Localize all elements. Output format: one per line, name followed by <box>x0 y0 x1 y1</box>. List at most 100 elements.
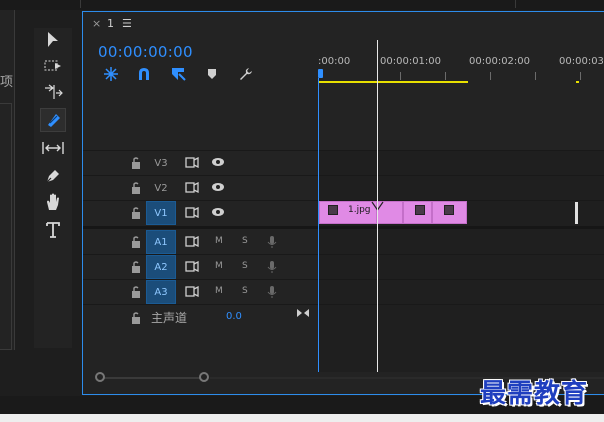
razor-tool[interactable] <box>40 108 66 132</box>
lock-icon[interactable] <box>130 235 142 249</box>
ruler-tick <box>445 72 446 80</box>
project-panel-label: 项 <box>0 75 14 90</box>
ruler-label: 00:00:02:00 <box>469 56 531 67</box>
slip-tool[interactable] <box>40 136 66 160</box>
add-marker-icon <box>208 69 216 79</box>
tab-sequence-1[interactable]: 1 <box>107 17 114 30</box>
microphone-icon[interactable] <box>267 235 277 249</box>
type-tool[interactable] <box>40 218 66 242</box>
work-area-bar-end[interactable] <box>576 81 579 83</box>
lock-icon[interactable] <box>130 285 142 299</box>
toggle-sync-lock-icon[interactable] <box>185 207 199 218</box>
nest-sequence-icon <box>104 67 118 81</box>
track-divider <box>83 304 604 305</box>
pen-tool-icon <box>46 170 59 183</box>
tab-menu-button[interactable]: ☰ <box>122 17 132 30</box>
selection-tool[interactable] <box>40 28 66 52</box>
eye-icon[interactable] <box>211 207 225 217</box>
track-name[interactable]: V1 <box>146 201 176 225</box>
track-name[interactable]: V3 <box>146 151 176 175</box>
slip-tool-icon <box>42 142 64 154</box>
track-select-forward-tool[interactable] <box>40 54 66 78</box>
eye-icon[interactable] <box>211 157 225 167</box>
toggle-sync-lock-icon[interactable] <box>185 286 199 297</box>
track-name[interactable]: A1 <box>146 230 176 254</box>
project-panel-list <box>0 103 12 350</box>
razor-tool-icon <box>48 114 60 127</box>
snap-button[interactable] <box>135 65 153 83</box>
track-content-area[interactable] <box>318 150 604 372</box>
sequence-end-marker <box>575 202 578 224</box>
ripple-edit-icon <box>45 84 63 99</box>
lock-icon[interactable] <box>130 260 142 274</box>
nest-sequence-button[interactable] <box>102 65 120 83</box>
mute-button[interactable]: M <box>215 286 223 296</box>
zoom-handle-left[interactable] <box>95 372 105 382</box>
eye-icon[interactable] <box>211 182 225 192</box>
toggle-sync-lock-icon[interactable] <box>185 236 199 247</box>
microphone-icon[interactable] <box>267 285 277 299</box>
ruler-label: 00:00:01:00 <box>380 56 442 67</box>
mute-button[interactable]: M <box>215 236 223 246</box>
mute-button[interactable]: M <box>215 261 223 271</box>
track-name[interactable]: A3 <box>146 280 176 304</box>
track-select-forward-icon <box>44 60 61 71</box>
solo-button[interactable]: S <box>242 261 248 271</box>
playhead-line <box>318 78 319 372</box>
watermark-logo: 最需教育 <box>480 379 589 409</box>
add-marker-button[interactable] <box>203 65 221 83</box>
ruler-label: :00:00 <box>318 56 351 67</box>
track-header-a2[interactable]: A2 M S <box>83 255 318 279</box>
lock-icon[interactable] <box>130 311 142 325</box>
linked-selection-button[interactable] <box>169 65 187 83</box>
lock-icon[interactable] <box>130 156 142 170</box>
video-audio-divider <box>83 226 604 229</box>
hand-tool[interactable] <box>40 190 66 214</box>
lock-icon[interactable] <box>130 206 142 220</box>
ruler-tick <box>580 72 581 80</box>
work-area-bar[interactable] <box>319 81 468 83</box>
track-header-v2[interactable]: V2 <box>83 176 318 200</box>
track-name[interactable]: A2 <box>146 255 176 279</box>
ruler-tick <box>400 72 401 80</box>
top-panel-strip <box>0 0 604 10</box>
linked-selection-icon <box>172 68 186 81</box>
lock-icon[interactable] <box>130 181 142 195</box>
timeline-settings-wrench-icon <box>240 68 252 80</box>
solo-button[interactable]: S <box>242 236 248 246</box>
playhead-timecode[interactable]: 00:00:00:00 <box>98 43 193 61</box>
fx-badge-icon <box>444 205 454 215</box>
top-divider <box>80 0 81 8</box>
track-header-v1[interactable]: V1 <box>83 201 318 225</box>
hand-tool-icon <box>47 193 59 210</box>
master-volume-value[interactable]: 0.0 <box>226 311 242 322</box>
toggle-sync-lock-icon[interactable] <box>185 182 199 193</box>
fx-badge-icon <box>328 205 338 215</box>
toggle-sync-lock-icon[interactable] <box>185 261 199 272</box>
top-divider <box>515 0 516 8</box>
timeline-settings-button[interactable] <box>236 65 254 83</box>
master-track-label: 主声道 <box>151 311 188 325</box>
track-name[interactable]: V2 <box>146 176 176 200</box>
ruler-label: 00:00:03: <box>559 56 604 67</box>
tab-close-button[interactable]: × <box>92 17 101 30</box>
track-header-a3[interactable]: A3 M S <box>83 280 318 304</box>
ripple-edit-tool[interactable] <box>40 80 66 104</box>
solo-button[interactable]: S <box>242 286 248 296</box>
playhead-handle[interactable] <box>318 69 323 78</box>
microphone-icon[interactable] <box>267 260 277 274</box>
selection-tool-icon <box>48 32 58 47</box>
zoom-scrollbar[interactable] <box>100 377 204 379</box>
pen-tool[interactable] <box>40 164 66 188</box>
track-header-a1[interactable]: A1 M S <box>83 230 318 254</box>
bottom-edge <box>0 414 604 422</box>
zoom-handle-right[interactable] <box>199 372 209 382</box>
razor-cursor-line <box>377 40 378 372</box>
fx-badge-icon <box>415 205 425 215</box>
snap-magnet-icon <box>139 68 149 80</box>
track-header-v3[interactable]: V3 <box>83 151 318 175</box>
toggle-sync-lock-icon[interactable] <box>185 157 199 168</box>
go-to-next-edit-icon[interactable] <box>296 308 310 318</box>
tools-panel <box>34 28 72 348</box>
clip-name: 1.jpg <box>348 205 371 215</box>
